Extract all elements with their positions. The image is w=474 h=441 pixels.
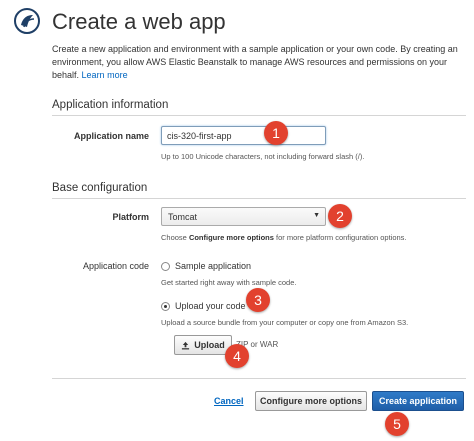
section-title-base-configuration: Base configuration <box>52 182 148 194</box>
platform-hint-post: for more platform configuration options. <box>273 233 407 242</box>
chevron-down-icon: ▼ <box>313 212 320 219</box>
application-name-hint: Up to 100 Unicode characters, not includ… <box>161 152 365 161</box>
upload-button[interactable]: Upload <box>174 335 232 355</box>
upload-icon <box>182 341 190 349</box>
upload-code-radio[interactable] <box>161 301 170 311</box>
create-application-button[interactable]: Create application <box>372 391 464 411</box>
platform-selected-value: Tomcat <box>168 212 198 222</box>
section-title-application-information: Application information <box>52 99 169 111</box>
intro-text: Create a new application and environment… <box>52 43 466 82</box>
upload-code-option[interactable]: Upload your code <box>161 301 246 311</box>
step-marker-5: 5 <box>385 412 409 436</box>
platform-hint-bold: Configure more options <box>188 233 274 242</box>
platform-label: Platform <box>112 212 149 222</box>
section-divider <box>52 198 466 199</box>
sample-application-hint: Get started right away with sample code. <box>161 278 297 287</box>
upload-code-hint: Upload a source bundle from your compute… <box>161 318 409 327</box>
application-name-input[interactable] <box>161 126 326 145</box>
sample-application-option[interactable]: Sample application <box>161 261 251 271</box>
upload-code-label: Upload your code <box>175 301 246 311</box>
step-marker-3: 3 <box>246 288 270 312</box>
application-name-label: Application name <box>73 131 149 141</box>
learn-more-link[interactable]: Learn more <box>82 70 128 80</box>
step-marker-2: 2 <box>328 204 352 228</box>
section-divider <box>52 115 466 116</box>
configure-more-options-button[interactable]: Configure more options <box>255 391 367 411</box>
page-title: Create a web app <box>52 9 226 34</box>
step-marker-1: 1 <box>264 121 288 145</box>
platform-hint-pre: Choose <box>161 233 189 242</box>
cancel-button[interactable]: Cancel <box>214 396 244 406</box>
platform-hint: Choose Configure more options for more p… <box>161 233 407 242</box>
footer-divider <box>52 378 466 379</box>
upload-button-label: Upload <box>194 340 225 350</box>
platform-select[interactable]: Tomcat ▼ <box>161 207 326 226</box>
step-marker-4: 4 <box>225 344 249 368</box>
sample-application-label: Sample application <box>175 261 252 271</box>
application-code-label: Application code <box>82 261 149 271</box>
elastic-beanstalk-logo-icon <box>14 8 40 34</box>
sample-application-radio[interactable] <box>161 261 170 271</box>
